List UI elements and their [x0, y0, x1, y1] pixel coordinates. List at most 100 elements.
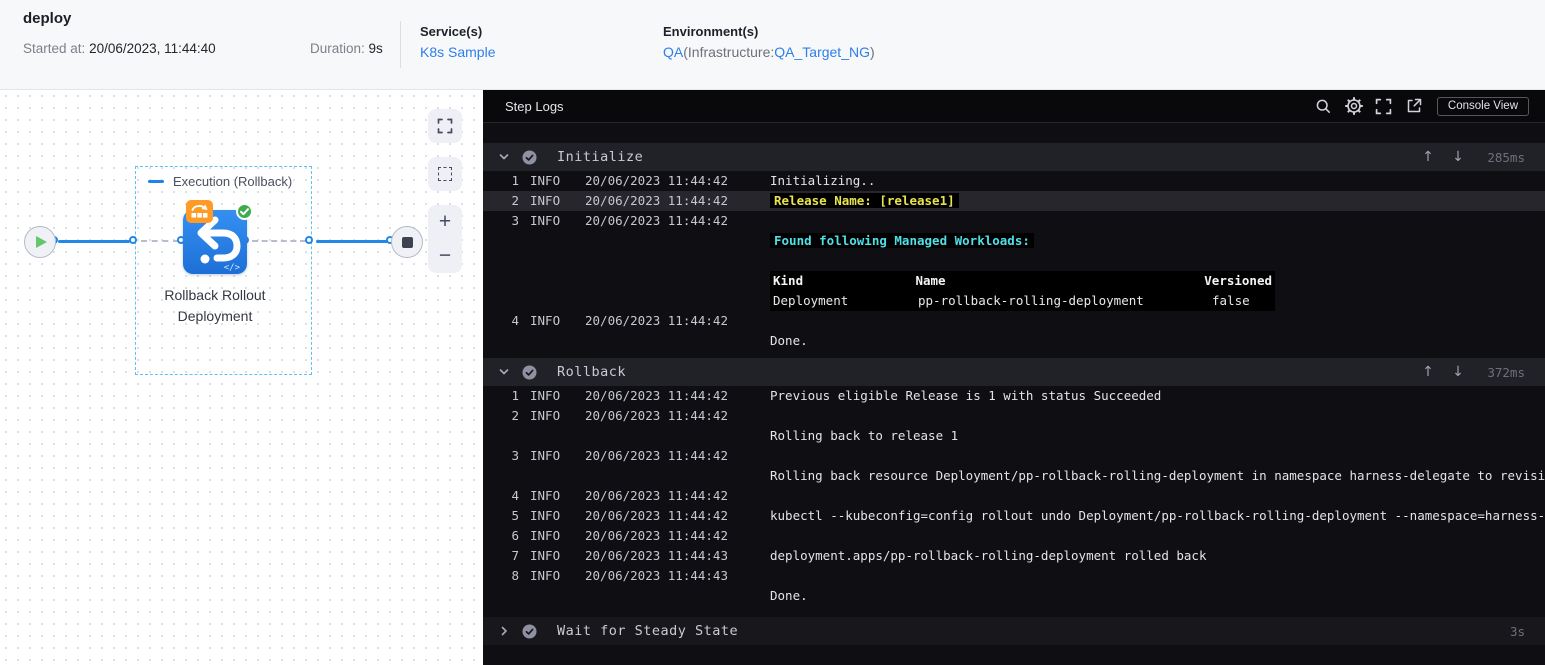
log-sections: Initialize ↑ ↓ 285ms 1 INFO 20/06/2023 11:44:4… — [483, 123, 1545, 645]
edge-group-to-step — [141, 240, 179, 242]
log-line[interactable]: 1 INFO 20/06/2023 11:44:42 Previous eligibl… — [483, 386, 1545, 406]
log-section: Initialize ↑ ↓ 285ms 1 INFO 20/06/2023 11:44:4… — [483, 143, 1545, 351]
log-message: Done. — [770, 588, 808, 603]
environments-label: Environment(s) — [663, 24, 759, 39]
log-line[interactable]: 3 INFO 20/06/2023 11:44:42 — [483, 446, 1545, 466]
rolling-deployment-badge-icon — [186, 200, 213, 223]
chevron-right-icon[interactable] — [493, 625, 515, 637]
log-timestamp: 20/06/2023 11:44:42 — [585, 528, 728, 543]
end-node[interactable] — [391, 226, 423, 258]
step-logs-console: Step Logs Console View Initialize ↑ ↓ 28… — [483, 90, 1545, 665]
log-section: Wait for Steady State 3s — [483, 617, 1545, 645]
execution-header: deploy Started at: 20/06/2023, 11:44:40 … — [0, 0, 1545, 90]
section-duration: 3s — [1509, 623, 1525, 639]
open-in-new-icon — [1407, 98, 1422, 113]
log-line[interactable] — [483, 251, 1545, 271]
scroll-to-bottom-button[interactable]: ↓ — [1443, 149, 1473, 165]
check-circle-icon — [519, 624, 539, 639]
log-section-header[interactable]: Wait for Steady State 3s — [483, 617, 1545, 645]
connector-ring — [304, 235, 313, 244]
log-line[interactable]: 4 INFO 20/06/2023 11:44:42 — [483, 486, 1545, 506]
log-line[interactable]: Rolling back to release 1 — [483, 426, 1545, 446]
infrastructure-link[interactable]: QA_Target_NG — [774, 44, 870, 60]
log-level: INFO — [530, 528, 561, 543]
log-line[interactable]: Found following Managed Workloads: — [483, 231, 1545, 251]
success-check-icon — [236, 203, 253, 220]
environment-link[interactable]: QA — [663, 44, 683, 60]
log-line[interactable]: Done. — [483, 331, 1545, 351]
header-divider — [400, 21, 401, 68]
log-line[interactable]: 6 INFO 20/06/2023 11:44:42 — [483, 526, 1545, 546]
log-line[interactable]: Rolling back resource Deployment/pp-roll… — [483, 466, 1545, 486]
log-section-header[interactable]: Rollback ↑ ↓ 372ms — [483, 358, 1545, 386]
log-timestamp: 20/06/2023 11:44:42 — [585, 408, 728, 423]
log-line-number: 2 — [511, 193, 519, 208]
fullscreen-icon — [1376, 98, 1392, 114]
log-message: deployment.apps/pp-rollback-rolling-depl… — [770, 548, 1207, 563]
log-level: INFO — [530, 508, 561, 523]
log-timestamp: 20/06/2023 11:44:42 — [585, 313, 728, 328]
zoom-in-button[interactable]: + — [428, 205, 462, 239]
log-line-number: 3 — [511, 213, 519, 228]
edge-start-to-group — [58, 240, 130, 243]
scroll-to-top-button[interactable]: ↑ — [1413, 364, 1443, 380]
log-line-number: 7 — [511, 548, 519, 563]
log-line[interactable]: 3 INFO 20/06/2023 11:44:42 — [483, 211, 1545, 231]
search-button[interactable] — [1309, 95, 1339, 117]
play-icon — [36, 236, 47, 248]
log-timestamp: 20/06/2023 11:44:42 — [585, 193, 728, 208]
started-at: Started at: 20/06/2023, 11:44:40 — [23, 41, 216, 56]
log-line[interactable]: Done. — [483, 586, 1545, 606]
settings-button[interactable] — [1339, 95, 1369, 117]
chevron-down-icon[interactable] — [493, 151, 515, 163]
log-line[interactable]: 2 INFO 20/06/2023 11:44:42 Release Name: [r… — [483, 191, 1545, 211]
log-line-number: 4 — [511, 313, 519, 328]
log-message: Release Name: [release1] — [770, 191, 1545, 211]
svg-text:</>: </> — [224, 263, 241, 273]
marquee-select-button[interactable] — [428, 157, 462, 191]
log-line[interactable]: 7 INFO 20/06/2023 11:44:43 deployment.apps/… — [483, 546, 1545, 566]
log-message: Deployment pp-rollback-rolling-deployment… — [770, 291, 1545, 311]
log-line-number: 4 — [511, 488, 519, 503]
log-message: Initializing.. — [770, 173, 876, 188]
zoom-out-button[interactable]: − — [428, 239, 462, 273]
log-line-number: 6 — [511, 528, 519, 543]
section-duration: 372ms — [1487, 364, 1525, 380]
log-timestamp: 20/06/2023 11:44:42 — [585, 173, 728, 188]
scroll-to-bottom-button[interactable]: ↓ — [1443, 364, 1473, 380]
log-timestamp: 20/06/2023 11:44:43 — [585, 548, 728, 563]
chevron-down-icon[interactable] — [493, 366, 515, 378]
section-duration: 285ms — [1487, 149, 1525, 165]
log-timestamp: 20/06/2023 11:44:42 — [585, 448, 728, 463]
console-view-button[interactable]: Console View — [1436, 96, 1529, 116]
open-in-new-button[interactable] — [1399, 95, 1429, 117]
log-line[interactable]: Deployment pp-rollback-rolling-deployment… — [483, 291, 1545, 311]
execution-group-label[interactable]: Execution (Rollback) — [148, 174, 292, 189]
log-level: INFO — [530, 193, 561, 208]
section-title: Rollback — [557, 364, 627, 380]
check-circle-icon — [519, 150, 539, 165]
fit-to-screen-button[interactable] — [428, 109, 462, 143]
section-title: Wait for Steady State — [557, 623, 739, 639]
log-level: INFO — [530, 568, 561, 583]
log-timestamp: 20/06/2023 11:44:42 — [585, 388, 728, 403]
log-line[interactable]: 8 INFO 20/06/2023 11:44:43 — [483, 566, 1545, 586]
log-line[interactable]: 2 INFO 20/06/2023 11:44:42 — [483, 406, 1545, 426]
log-line[interactable]: 4 INFO 20/06/2023 11:44:42 — [483, 311, 1545, 331]
service-link[interactable]: K8s Sample — [420, 44, 495, 60]
log-line[interactable]: Kind Name Versioned — [483, 271, 1545, 291]
start-node[interactable] — [24, 226, 56, 258]
log-timestamp: 20/06/2023 11:44:42 — [585, 213, 728, 228]
log-line-number: 2 — [511, 408, 519, 423]
log-line[interactable]: 5 INFO 20/06/2023 11:44:42 kubectl --kubeco… — [483, 506, 1545, 526]
scroll-to-top-button[interactable]: ↑ — [1413, 149, 1443, 165]
log-section-header[interactable]: Initialize ↑ ↓ 285ms — [483, 143, 1545, 171]
fullscreen-button[interactable] — [1369, 95, 1399, 117]
console-topbar: Step Logs Console View — [483, 90, 1545, 123]
log-message: Rolling back resource Deployment/pp-roll… — [770, 468, 1545, 483]
log-line[interactable]: 1 INFO 20/06/2023 11:44:42 Initializing.. — [483, 171, 1545, 191]
connector-ring — [128, 235, 137, 244]
pipeline-canvas[interactable]: Execution (Rollback) </> Rollback Rollou… — [0, 90, 483, 665]
workload-table-row: Deployment pp-rollback-rolling-deployment… — [770, 291, 1275, 311]
services-label: Service(s) — [420, 24, 483, 39]
